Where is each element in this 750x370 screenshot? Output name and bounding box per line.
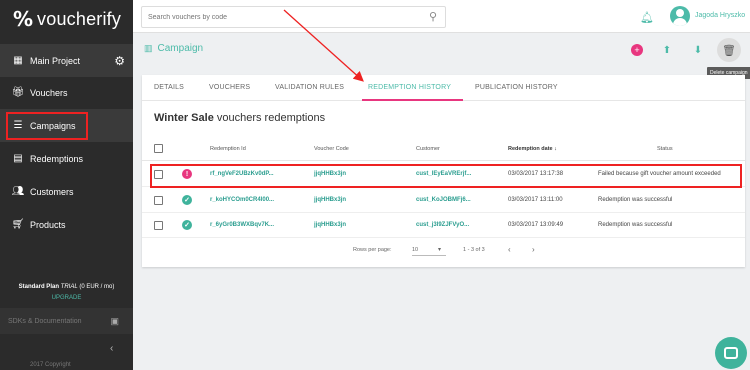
username[interactable]: Jagoda Hryszko <box>695 12 745 19</box>
sidebar-item-label: Redemptions <box>30 153 84 164</box>
sidebar-item-label: Products <box>30 219 66 230</box>
logo-mark: % <box>13 7 34 31</box>
redemption-status: Redemption was successful <box>598 222 673 228</box>
rows-per-page-label: Rows per page: <box>353 247 392 253</box>
tab-validation-rules[interactable]: VALIDATION RULES <box>275 84 344 91</box>
plan-price: (0 EUR / mo) <box>79 284 115 290</box>
dashboard-icon: ▦ <box>13 55 23 66</box>
prev-page-button[interactable]: ‹ <box>508 245 511 254</box>
table-row[interactable]: ✓ r_koHYCOm0CR4l00... jjqHHBx3jn cust_Ko… <box>142 188 745 213</box>
sidebar: % voucherify ▦ Main Project ⚙ 🎁︎ Voucher… <box>0 0 133 370</box>
tab-redemption-history[interactable]: REDEMPTION HISTORY <box>368 84 451 91</box>
redemption-id[interactable]: r_6yGr0B3WXBqv7K... <box>210 222 274 228</box>
sidebar-item-vouchers[interactable]: 🎁︎ Vouchers <box>0 76 133 109</box>
library-icon: ▣ <box>110 315 119 326</box>
annotation-highlight-row <box>150 164 742 188</box>
cart-icon: 🛒︎ <box>11 219 25 230</box>
sort-arrow-icon: ↓ <box>554 146 557 152</box>
gear-icon[interactable]: ⚙ <box>114 54 125 68</box>
tab-vouchers[interactable]: VOUCHERS <box>209 84 250 91</box>
voucher-code[interactable]: jjqHHBx3jn <box>314 222 346 228</box>
plan-info: Standard Plan TRIAL (0 EUR / mo) <box>0 284 133 290</box>
dropdown-caret-icon[interactable]: ▾ <box>438 246 441 253</box>
redemption-date: 03/03/2017 13:11:00 <box>508 197 563 203</box>
plan-label: Standard Plan <box>18 284 59 290</box>
page-range: 1 - 3 of 3 <box>463 247 485 253</box>
receipt-icon: ▤ <box>13 153 23 164</box>
sdk-label: SDKs & Documentation <box>8 317 82 325</box>
sidebar-item-redemptions[interactable]: ▤ Redemptions <box>0 142 133 175</box>
pagination: Rows per page: 10 ▾ 1 - 3 of 3 ‹ › <box>142 243 745 259</box>
logo[interactable]: % voucherify <box>13 7 122 31</box>
col-redemption-date-label: Redemption date <box>508 146 553 152</box>
sidebar-item-main-project[interactable]: ▦ Main Project ⚙ <box>0 44 133 77</box>
tab-publication-history[interactable]: PUBLICATION HISTORY <box>475 84 558 91</box>
tab-bar: DETAILS VOUCHERS VALIDATION RULES REDEMP… <box>142 75 745 101</box>
sidebar-item-customers[interactable]: 👥︎ Customers <box>0 175 133 208</box>
customer-id[interactable]: cust_KoJOBMFj6... <box>416 197 471 203</box>
upload-icon[interactable]: ⬆ <box>659 42 675 58</box>
sidebar-item-label: Vouchers <box>30 87 68 98</box>
search-box: ⚲ <box>141 6 446 28</box>
upgrade-link[interactable]: UPGRADE <box>0 295 133 301</box>
check-icon: ✓ <box>182 195 192 205</box>
redemption-id[interactable]: r_koHYCOm0CR4l00... <box>210 197 274 203</box>
bell-icon[interactable]: 🔔︎ <box>640 11 654 24</box>
sdk-docs-link[interactable]: SDKs & Documentation ▣ <box>0 308 133 334</box>
card-title-rest: vouchers redemptions <box>213 112 326 124</box>
delete-campaign-button[interactable]: 🗑︎ <box>717 38 741 62</box>
tab-details[interactable]: DETAILS <box>154 84 184 91</box>
check-icon: ✓ <box>182 220 192 230</box>
people-icon: 👥︎ <box>11 186 25 197</box>
search-icon[interactable]: ⚲ <box>429 10 437 23</box>
row-checkbox[interactable] <box>154 196 163 205</box>
customer-id[interactable]: cust_j3l9ZJFVyO... <box>416 222 469 228</box>
redemption-date: 03/03/2017 13:09:49 <box>508 222 564 228</box>
logo-text: voucherify <box>37 8 122 29</box>
sidebar-item-label: Customers <box>30 186 74 197</box>
table-header: Redemption Id Voucher Code Customer Rede… <box>142 137 745 161</box>
voucher-code[interactable]: jjqHHBx3jn <box>314 197 346 203</box>
col-redemption-date[interactable]: Redemption date ↓ <box>508 146 557 152</box>
chat-icon <box>724 347 738 359</box>
avatar[interactable] <box>670 6 690 26</box>
annotation-highlight-campaigns <box>6 112 88 140</box>
plan-trial: TRIAL <box>60 284 78 290</box>
select-all-checkbox[interactable] <box>154 144 163 153</box>
active-tab-indicator <box>362 99 463 101</box>
page-title: ▥ Campaign <box>144 43 203 54</box>
redemption-status: Redemption was successful <box>598 197 673 203</box>
row-checkbox[interactable] <box>154 221 163 230</box>
campaign-name: Winter Sale <box>154 112 214 124</box>
col-voucher-code: Voucher Code <box>314 146 349 152</box>
card-title: Winter Sale vouchers redemptions <box>154 112 325 124</box>
gift-icon: 🎁︎ <box>11 87 25 98</box>
page-title-text: Campaign <box>157 43 204 54</box>
add-button[interactable]: + <box>631 44 643 56</box>
col-redemption-id: Redemption Id <box>210 146 246 152</box>
collapse-sidebar-icon[interactable]: ‹ <box>110 343 113 354</box>
topbar: ⚲ 🔔︎ Jagoda Hryszko <box>133 0 750 33</box>
sidebar-item-products[interactable]: 🛒︎ Products <box>0 208 133 241</box>
page-header: ▥ Campaign + ⬆ ⬇ 🗑︎ Delete campaign <box>133 33 750 79</box>
table-row[interactable]: ✓ r_6yGr0B3WXBqv7K... jjqHHBx3jn cust_j3… <box>142 213 745 238</box>
copyright: 2017 Copyright <box>30 362 71 368</box>
chat-button[interactable] <box>715 337 747 369</box>
col-status: Status <box>657 146 673 152</box>
col-customer: Customer <box>416 146 440 152</box>
next-page-button[interactable]: › <box>532 245 535 254</box>
sidebar-item-label: Main Project <box>30 55 81 66</box>
campaign-icon: ▥ <box>144 43 153 53</box>
download-icon[interactable]: ⬇ <box>690 42 706 58</box>
search-input[interactable] <box>148 10 418 24</box>
